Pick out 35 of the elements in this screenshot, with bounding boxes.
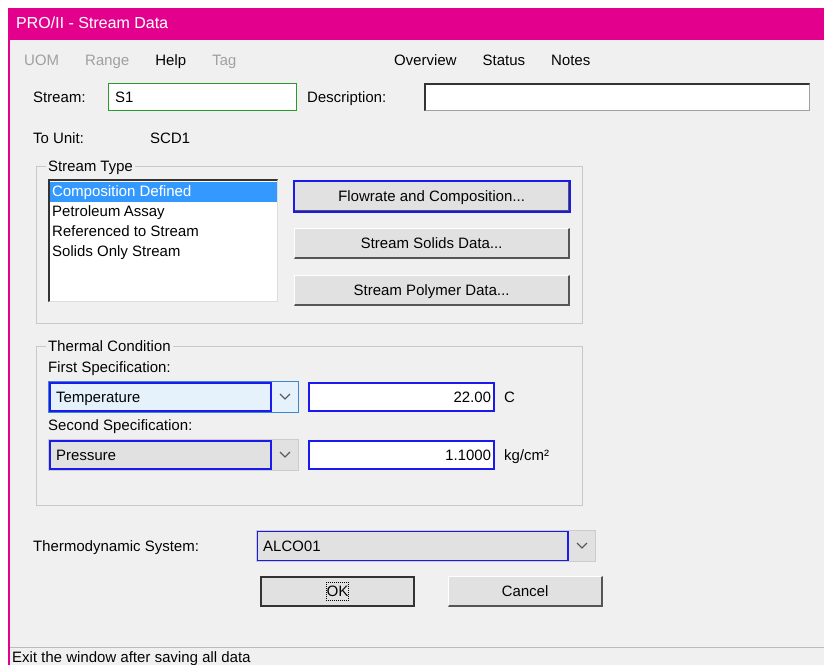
specification-dropdown[interactable]: Pressure: [48, 439, 299, 471]
list-item[interactable]: Solids Only Stream: [50, 242, 277, 262]
dialog-button[interactable]: Stream Solids Data...: [294, 228, 570, 259]
menu-item[interactable]: Notes: [551, 52, 590, 68]
dialog-button[interactable]: Flowrate and Composition...: [294, 181, 570, 212]
dialog-button[interactable]: OK: [260, 576, 415, 607]
value-field[interactable]: 1.1000: [308, 440, 495, 470]
dialog-button[interactable]: Stream Polymer Data...: [294, 275, 570, 306]
to-unit-value: SCD1: [150, 130, 190, 146]
list-item[interactable]: Referenced to Stream: [50, 222, 277, 242]
list-item[interactable]: Petroleum Assay: [50, 202, 277, 222]
group-title: Stream Type: [47, 158, 134, 175]
dialog-button[interactable]: Cancel: [448, 576, 603, 607]
menu-item[interactable]: Help: [155, 52, 186, 68]
chevron-down-icon: [279, 451, 291, 459]
specification-label: Second Specification:: [48, 417, 194, 436]
thermodynamic-system-label: Thermodynamic System:: [33, 538, 200, 554]
menu-item[interactable]: Status: [482, 52, 526, 68]
specification-label: First Specification:: [48, 359, 172, 378]
specification-dropdown[interactable]: Temperature: [48, 381, 299, 413]
status-text: Exit the window after saving all data: [12, 649, 250, 665]
description-field[interactable]: [424, 83, 810, 111]
unit-label: kg/cm²: [504, 446, 549, 464]
chevron-down-icon: [279, 393, 291, 401]
description-label: Description:: [307, 88, 388, 106]
group-title: Thermal Condition: [47, 338, 172, 355]
value-field[interactable]: 22.00: [308, 382, 495, 412]
to-unit-label: To Unit:: [33, 130, 85, 146]
thermodynamic-system-dropdown[interactable]: ALCO01: [256, 530, 596, 562]
stream-field[interactable]: S1: [108, 83, 297, 111]
stream-label: Stream:: [33, 88, 87, 106]
unit-label: C: [504, 388, 515, 406]
window-title: PRO/II - Stream Data: [16, 15, 168, 33]
menu-item[interactable]: Overview: [394, 52, 457, 68]
chevron-down-icon: [576, 542, 588, 550]
